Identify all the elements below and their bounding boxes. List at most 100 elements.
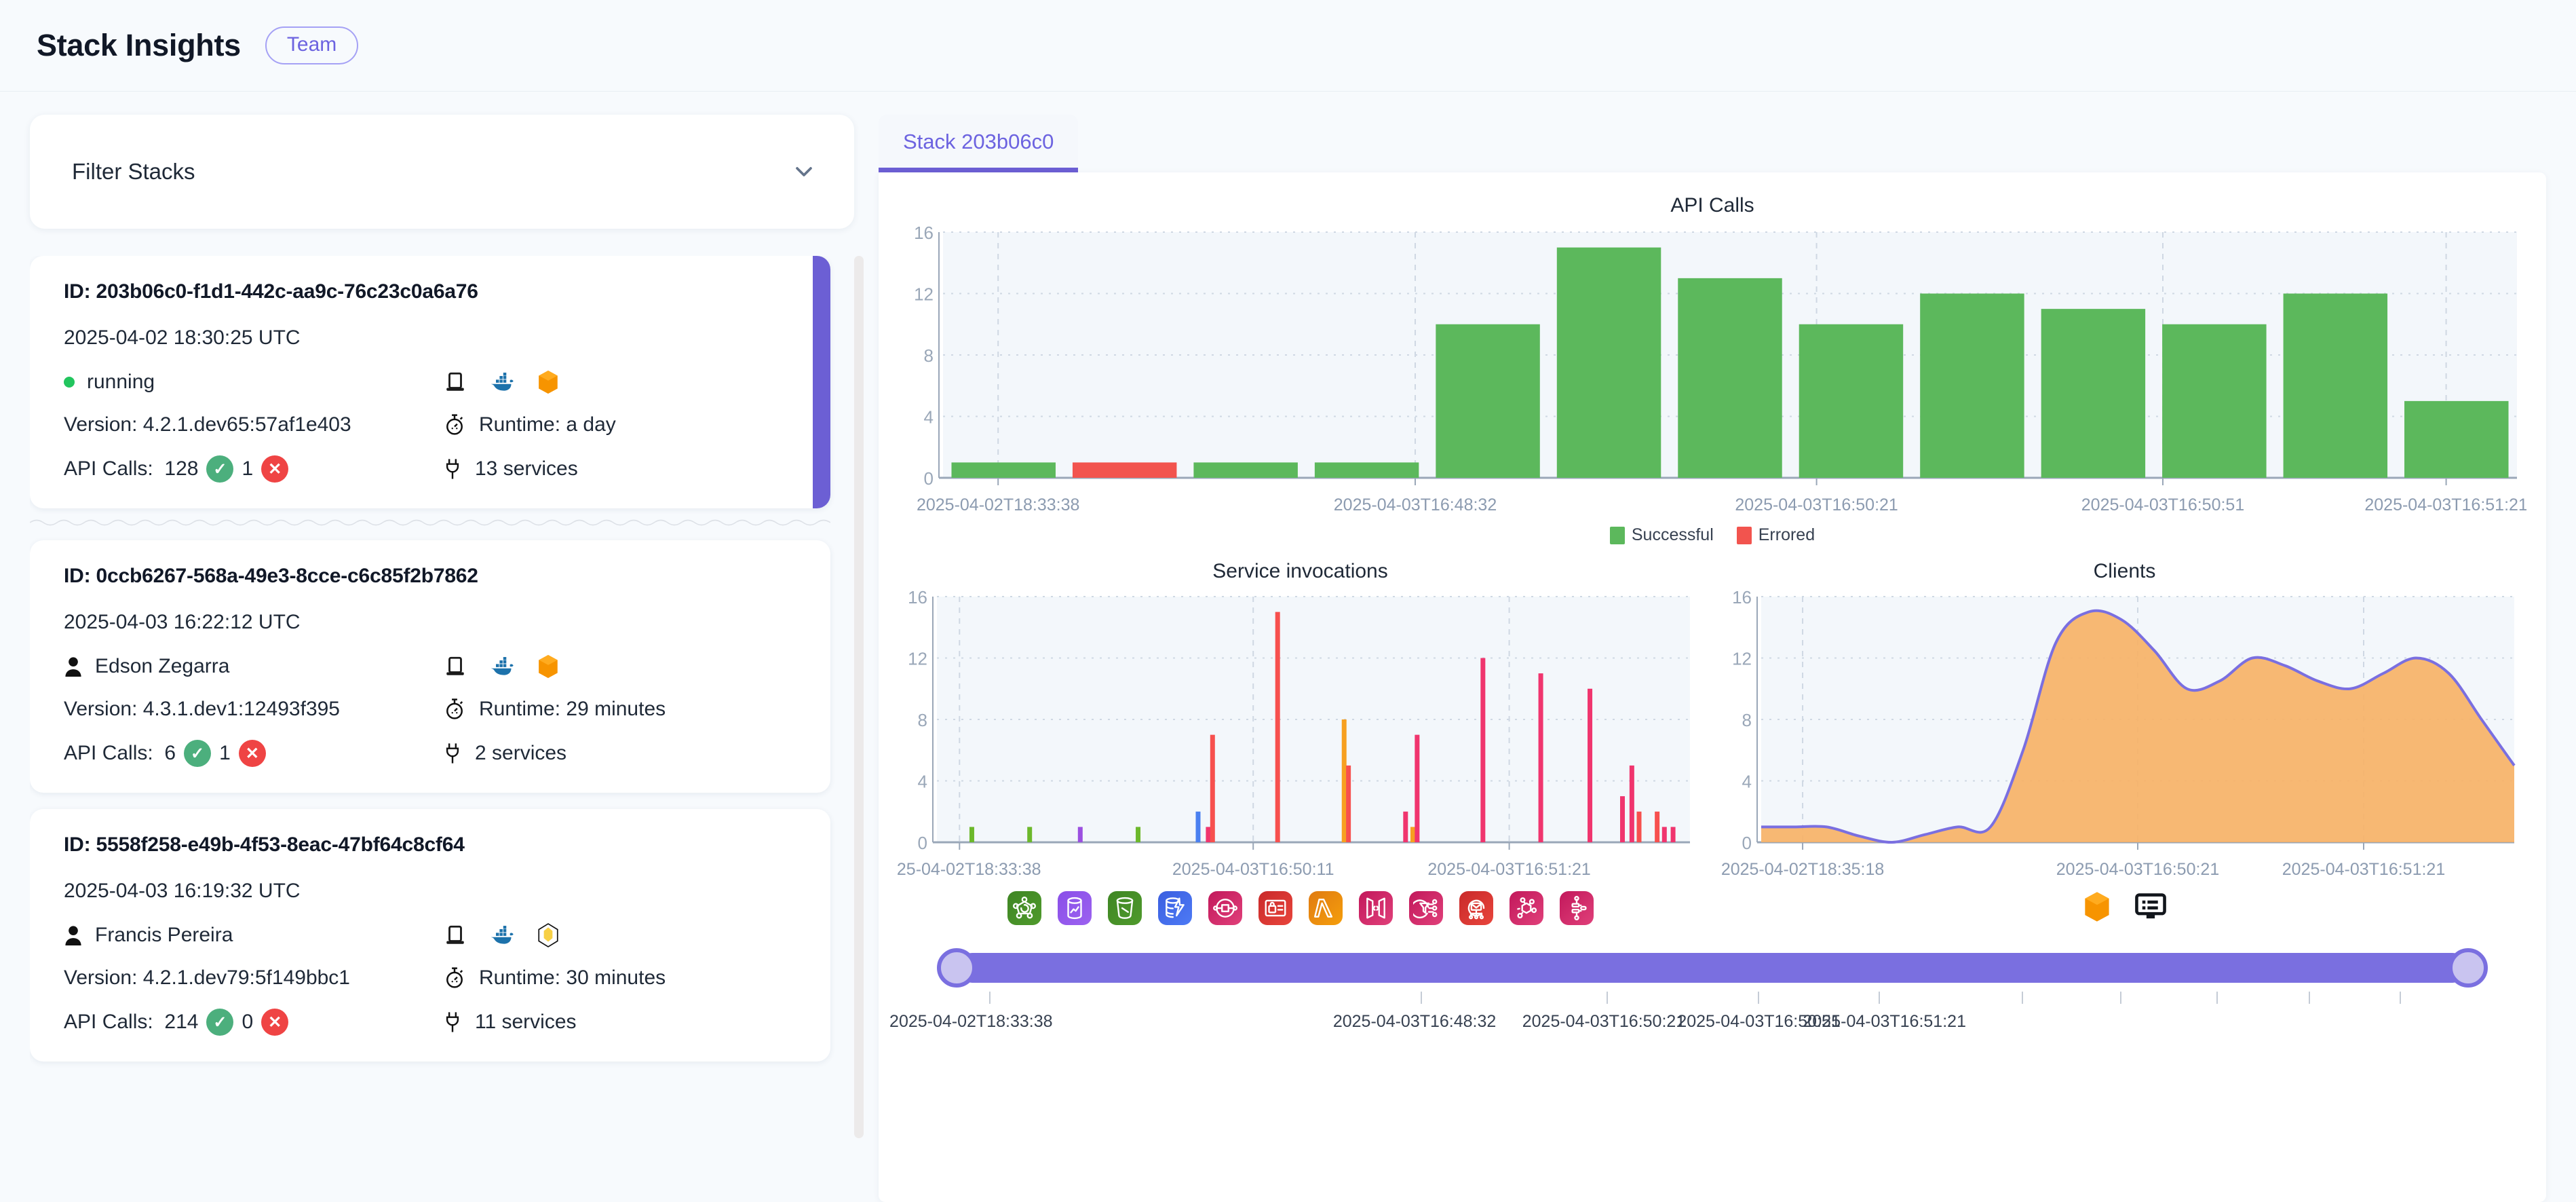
x-circle-icon: ✕ <box>261 1009 289 1036</box>
svg-text:2025-04-03T16:51:21: 2025-04-03T16:51:21 <box>1427 860 1590 879</box>
eventbridge-icon[interactable] <box>1208 891 1242 925</box>
ses-icon[interactable] <box>1459 891 1493 925</box>
svg-text:4: 4 <box>918 772 927 792</box>
dynamodb-icon[interactable] <box>1157 891 1192 925</box>
s3-bucket-icon[interactable] <box>1107 891 1142 925</box>
stack-api-calls: API Calls: 128 ✓ 1 ✕ <box>64 455 444 483</box>
step-functions-icon[interactable] <box>1007 891 1041 925</box>
service-icon-row <box>896 891 1704 925</box>
svg-text:16: 16 <box>914 224 934 243</box>
api-calls-legend: Successful Errored <box>896 525 2529 545</box>
docker-icon <box>491 926 514 944</box>
api-calls-success-count: 214 <box>164 1011 199 1033</box>
sqs-icon[interactable] <box>1559 891 1594 925</box>
charts-panel: API Calls 0 4 8 12 16 2025-04-02T18:33:38 2025… <box>879 172 2546 1202</box>
svg-text:12: 12 <box>914 284 934 305</box>
stack-runtime: Runtime: a day <box>444 413 616 436</box>
api-calls-label: API Calls: <box>64 742 153 764</box>
legend-item-errored: Errored <box>1736 525 1815 545</box>
stack-timestamp: 2025-04-03 16:22:12 UTC <box>64 611 301 633</box>
stack-version: Version: 4.2.1.dev65:57af1e403 <box>64 413 351 436</box>
stack-status: running <box>64 371 444 394</box>
secrets-manager-icon[interactable] <box>1258 891 1292 925</box>
svg-text:2025-04-03T16:51:21: 2025-04-03T16:51:21 <box>2364 495 2526 514</box>
legend-item-successful: Successful <box>1609 525 1714 545</box>
svg-text:16: 16 <box>908 590 927 607</box>
clients-area-chart: 0 4 8 12 16 2025-04-02T18:35:18 2025-04-03T16:… <box>1721 590 2516 879</box>
svg-text:2025-04-03T16:51:21: 2025-04-03T16:51:21 <box>2282 860 2445 879</box>
svg-text:2025-04-03T16:50:51: 2025-04-03T16:50:51 <box>2081 495 2244 514</box>
slider-tick <box>1757 992 1759 1004</box>
svg-text:2025-04-03T16:50:21: 2025-04-03T16:50:21 <box>2056 860 2219 879</box>
api-calls-error-count: 0 <box>242 1011 254 1033</box>
stack-detail-region: Stack 203b06c0 API Calls 0 4 8 12 16 2025-04-… <box>879 115 2546 1202</box>
stack-card[interactable]: ID: 5558f258-e49b-4f53-8eac-47bf64c8cf64… <box>30 809 830 1062</box>
kinesis-icon[interactable] <box>1408 891 1443 925</box>
filter-stacks-panel[interactable]: Filter Stacks <box>30 115 854 229</box>
slider-tick <box>988 992 991 1004</box>
stack-id: ID: 203b06c0-f1d1-442c-aa9c-76c23c0a6a76 <box>64 280 478 303</box>
chevron-down-icon[interactable] <box>790 158 818 185</box>
stack-version: Version: 4.3.1.dev1:12493f395 <box>64 698 340 720</box>
slider-tick <box>1878 992 1880 1004</box>
tab-stack-203b06c0[interactable]: Stack 203b06c0 <box>879 115 1079 172</box>
cloudwatch-db-icon[interactable] <box>1057 891 1092 925</box>
check-circle-icon: ✓ <box>206 1009 234 1036</box>
stack-timestamp: 2025-04-02 18:30:25 UTC <box>64 326 301 349</box>
timeline-slider[interactable]: 2025-04-02T18:33:38 2025-04-03T16:48:32 20… <box>889 948 2488 1043</box>
stopwatch-icon <box>444 698 465 721</box>
sns-icon[interactable] <box>1509 891 1543 925</box>
slider-handle-left[interactable] <box>937 948 976 988</box>
api-calls-label: API Calls: <box>64 457 153 480</box>
slider-tick <box>2309 992 2311 1004</box>
stack-runtime: Runtime: 30 minutes <box>444 966 666 990</box>
page-title: Stack Insights <box>37 28 241 62</box>
laptop-icon <box>446 656 464 675</box>
svg-text:4: 4 <box>1742 772 1752 792</box>
user-icon <box>64 656 83 677</box>
stack-card[interactable]: ID: 203b06c0-f1d1-442c-aa9c-76c23c0a6a76… <box>30 256 830 508</box>
svg-text:0: 0 <box>924 468 934 489</box>
api-calls-label: API Calls: <box>64 1011 153 1033</box>
svg-text:2025-04-02T18:35:18: 2025-04-02T18:35:18 <box>1721 860 1884 879</box>
stack-card[interactable]: ID: 0ccb6267-568a-49e3-8cce-c6c85f2b7862… <box>30 540 830 793</box>
stack-services: 13 services <box>444 457 578 481</box>
x-circle-icon: ✕ <box>238 740 266 767</box>
service-invocations-chart-title: Service invocations <box>1212 560 1388 582</box>
api-gateway-icon[interactable] <box>1358 891 1393 925</box>
runtime-label: Runtime: a day <box>479 413 616 436</box>
slider-rail[interactable] <box>937 948 2488 988</box>
svg-text:12: 12 <box>1732 649 1752 669</box>
user-icon <box>64 925 83 945</box>
svg-text:2025-04-02T18:33:38: 2025-04-02T18:33:38 <box>896 860 1041 879</box>
tab-bar: Stack 203b06c0 <box>879 115 2546 172</box>
svg-text:2025-04-03T16:50:11: 2025-04-03T16:50:11 <box>1172 860 1334 879</box>
lambda-icon[interactable] <box>1308 891 1343 925</box>
api-calls-success-count: 128 <box>164 457 199 480</box>
slider-tick-marks <box>957 992 2467 1009</box>
app-header: Stack Insights Team <box>0 0 2576 92</box>
slider-handle-right[interactable] <box>2448 948 2488 988</box>
stack-timestamp: 2025-04-03 16:19:32 UTC <box>64 880 301 902</box>
svg-text:4: 4 <box>924 407 934 428</box>
api-calls-error-count: 1 <box>219 742 231 764</box>
owner-label: Francis Pereira <box>95 924 233 946</box>
stack-api-calls: API Calls: 6 ✓ 1 ✕ <box>64 740 444 767</box>
stack-version: Version: 4.2.1.dev79:5f149bbc1 <box>64 966 350 989</box>
team-badge: Team <box>265 26 359 64</box>
sidebar-scrollbar[interactable] <box>854 256 864 1138</box>
api-calls-error-count: 1 <box>242 457 254 480</box>
clients-block: Clients 0 4 8 12 16 2025-04-02T18:35:18 2025-0… <box>1720 550 2529 925</box>
slider-tick-label: 2025-04-03T16:48:32 <box>1332 1012 1497 1031</box>
api-calls-success-count: 6 <box>164 742 176 764</box>
plug-icon <box>444 742 461 765</box>
card-tear-divider <box>30 519 831 526</box>
cube-icon <box>539 655 558 678</box>
filter-stacks-label: Filter Stacks <box>72 159 195 184</box>
slider-tick <box>2399 992 2401 1004</box>
laptop-icon <box>446 372 464 391</box>
slider-selected-range[interactable] <box>957 953 2467 983</box>
slider-tick <box>1607 992 1609 1004</box>
x-circle-icon: ✕ <box>261 455 289 483</box>
svg-text:2025-04-03T16:48:32: 2025-04-03T16:48:32 <box>1334 495 1497 514</box>
